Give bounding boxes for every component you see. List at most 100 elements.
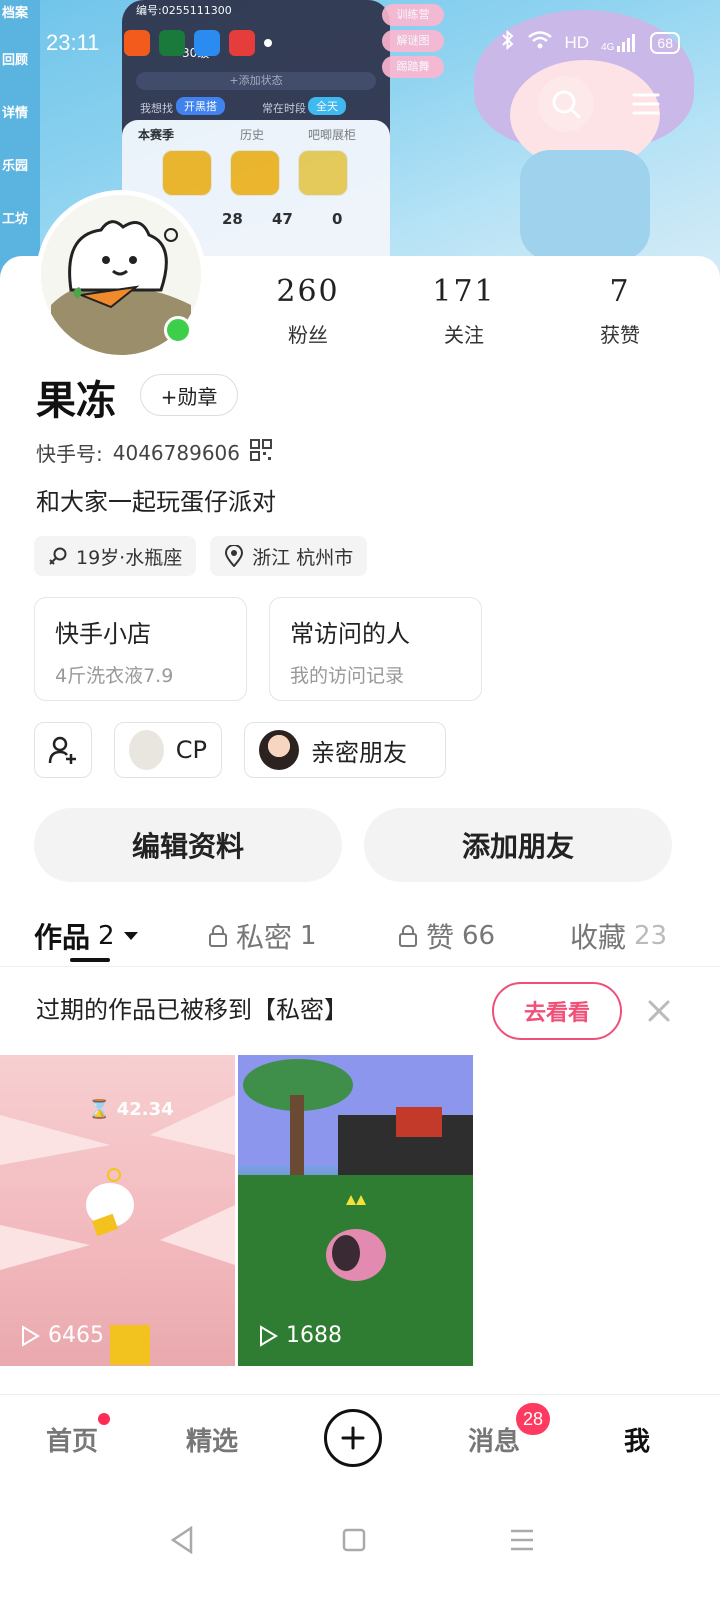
recents-icon (511, 1529, 533, 1551)
home-button[interactable] (334, 1520, 374, 1560)
content-tabs: 作品 2 私密 1 赞 66 收藏 23 (0, 906, 720, 966)
profile-bio: 和大家一起玩蛋仔派对 (36, 488, 276, 516)
close-notice-button[interactable] (644, 996, 674, 1026)
stat-followers[interactable]: 260 粉丝 (230, 274, 386, 348)
wifi-icon (527, 30, 553, 55)
add-friend-button[interactable]: 添加朋友 (364, 808, 672, 882)
search-button[interactable] (538, 76, 594, 132)
profile-tags: 19岁·水瓶座 浙江 杭州市 (34, 536, 368, 576)
messages-badge: 28 (516, 1403, 550, 1435)
play-count: 6465 (20, 1323, 104, 1348)
season-badge (162, 150, 212, 196)
tab-label: 私密 (236, 921, 293, 954)
visitors-card-title: 常访问的人 (290, 620, 410, 648)
add-user-icon (48, 736, 76, 764)
signal-icon: 4G (601, 33, 638, 53)
shop-card-subtitle: 4斤洗衣液7.9 (55, 665, 174, 687)
network-type: HD (564, 32, 590, 52)
profile-cards: 快手小店 4斤洗衣液7.9 常访问的人 我的访问记录 (34, 597, 482, 701)
kuaishou-id: 快手号: 4046789606 (36, 438, 272, 467)
age-tag: 19岁·水瓶座 (34, 536, 197, 576)
profile-stats: 260 粉丝 171 关注 7 获赞 (230, 274, 700, 348)
active-tab-indicator (70, 958, 110, 962)
nav-featured[interactable]: 精选 (186, 1421, 238, 1458)
tab-label: 作品 (34, 921, 91, 954)
season-stat: 47 (272, 210, 293, 228)
app-notification-icon (229, 30, 255, 56)
age-tag-text: 19岁·水瓶座 (76, 546, 183, 569)
kuaishou-id-value: 4046789606 (112, 440, 240, 465)
season-tab: 本赛季 (138, 128, 175, 142)
divider (0, 966, 720, 967)
back-button[interactable] (162, 1520, 202, 1560)
season-stat: 0 (332, 210, 343, 228)
nav-me[interactable]: 我 (624, 1421, 650, 1458)
stat-label: 关注 (444, 323, 484, 347)
menu-button[interactable] (618, 76, 674, 132)
edit-profile-button[interactable]: 编辑资料 (34, 808, 342, 882)
app-notification-icon (194, 30, 220, 56)
close-friends-label: 亲密朋友 (311, 738, 407, 767)
season-tab: 历史 (240, 128, 265, 142)
battery-icon: 68 (650, 31, 680, 54)
nav-messages[interactable]: 消息 (468, 1421, 520, 1458)
search-icon (552, 90, 581, 119)
add-medal-button[interactable]: +勋章 (140, 374, 238, 416)
more-notifications-icon (264, 39, 272, 47)
online-status-indicator (164, 316, 192, 344)
want-label: 我想找 (140, 102, 173, 115)
game-scene-image (238, 1055, 473, 1366)
qr-code-icon[interactable] (250, 439, 272, 466)
season-badge (298, 150, 348, 196)
add-relation-button[interactable] (34, 722, 92, 778)
stat-number: 171 (432, 274, 496, 309)
cp-label: CP (175, 736, 207, 764)
banner-side-label: 详情 (2, 106, 29, 121)
tab-likes[interactable]: 赞 66 (398, 916, 495, 956)
bottom-navigation: 首页 精选 消息 28 我 (0, 1394, 720, 1484)
home-square-icon (342, 1528, 366, 1552)
nav-home[interactable]: 首页 (46, 1421, 98, 1458)
tab-label: 赞 (426, 921, 455, 954)
tab-count: 23 (634, 921, 668, 951)
home-notification-dot (98, 1413, 110, 1425)
stat-likes[interactable]: 7 获赞 (542, 274, 698, 348)
status-indicators: HD 4G 68 (501, 29, 680, 55)
season-stat: 28 (222, 210, 243, 228)
time-value: 全天 (308, 97, 346, 115)
tab-private[interactable]: 私密 1 (208, 916, 317, 956)
video-thumbnail[interactable]: ⌛ 42.34 6465 (0, 1055, 235, 1366)
stat-number: 260 (276, 274, 340, 309)
close-icon (648, 1000, 670, 1022)
view-private-button[interactable]: 去看看 (492, 982, 622, 1040)
create-button[interactable] (324, 1409, 382, 1467)
lock-icon (399, 925, 417, 947)
stat-number: 7 (609, 274, 631, 309)
shop-card[interactable]: 快手小店 4斤洗衣液7.9 (34, 597, 247, 701)
cp-avatar (129, 730, 164, 770)
caret-down-icon (123, 932, 138, 940)
tab-label: 收藏 (570, 921, 627, 954)
tab-count: 1 (300, 921, 317, 951)
location-icon (225, 545, 244, 567)
visitors-card[interactable]: 常访问的人 我的访问记录 (269, 597, 482, 701)
tab-favorites[interactable]: 收藏 23 (570, 916, 667, 956)
tab-count: 2 (98, 921, 115, 951)
menu-icon (632, 93, 660, 115)
banner-side-label: 工坊 (2, 212, 29, 227)
video-thumbnail[interactable]: 1688 (238, 1055, 473, 1366)
status-bar: 23:11 HD 4G 68 (0, 0, 720, 86)
location-tag: 浙江 杭州市 (210, 536, 368, 576)
tab-works[interactable]: 作品 2 (34, 916, 139, 956)
tab-count: 66 (462, 921, 496, 951)
recents-button[interactable] (502, 1520, 542, 1560)
close-friends-button[interactable]: 亲密朋友 (244, 722, 446, 778)
video-timer: ⌛ 42.34 (88, 1099, 174, 1120)
stat-following[interactable]: 171 关注 (386, 274, 542, 348)
play-count: 1688 (258, 1323, 342, 1348)
time-label: 常在时段 (262, 102, 306, 115)
stat-label: 粉丝 (288, 323, 328, 347)
relations-row: CP 亲密朋友 (34, 722, 446, 778)
video-grid: ⌛ 42.34 6465 1688 (0, 1055, 473, 1366)
cp-button[interactable]: CP (114, 722, 222, 778)
